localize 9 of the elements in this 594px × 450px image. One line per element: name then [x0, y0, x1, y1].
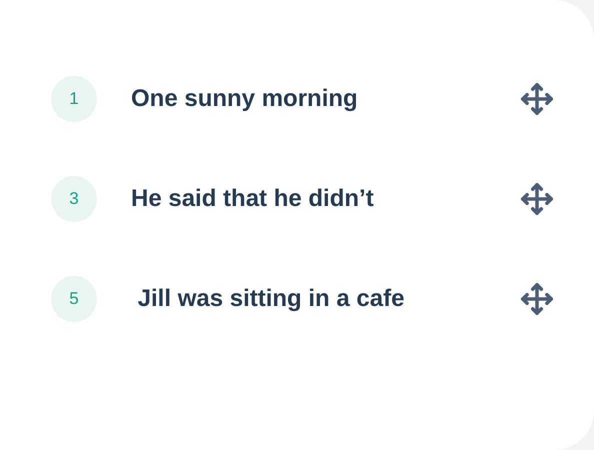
- sentence-text: He said that he didn’t: [131, 185, 375, 213]
- step-number: 5: [51, 276, 97, 322]
- drag-handle-icon[interactable]: [520, 82, 554, 116]
- drag-handle-icon[interactable]: [520, 182, 554, 216]
- step-number: 3: [51, 176, 97, 222]
- step-number: 1: [51, 76, 97, 122]
- sentence-text: One sunny morning: [131, 85, 359, 113]
- sentence-text: Jill was sitting in a cafe: [136, 285, 406, 313]
- drag-handle-icon[interactable]: [520, 282, 554, 316]
